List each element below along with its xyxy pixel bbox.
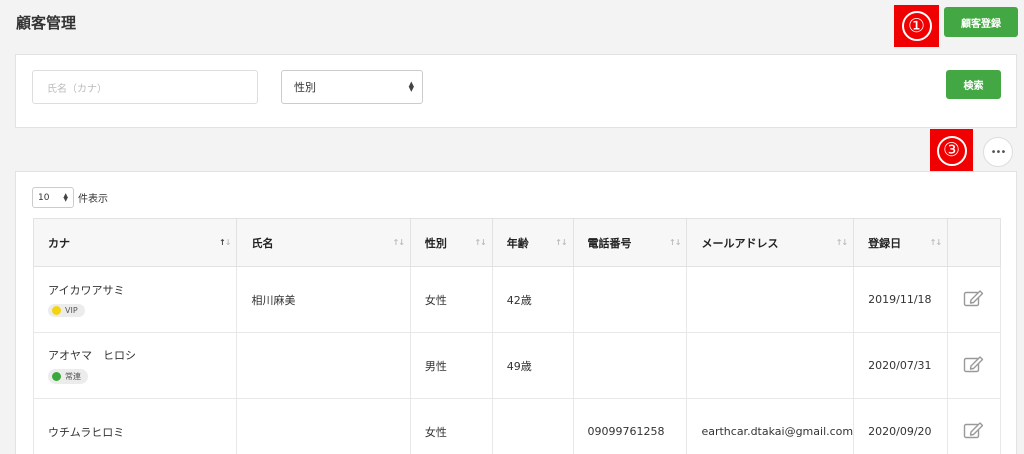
phone-cell bbox=[572, 332, 688, 399]
column-label: メールアドレス bbox=[701, 236, 779, 250]
column-header-registered-date[interactable]: 登録日 ↑↓ bbox=[853, 218, 949, 267]
phone-cell bbox=[572, 266, 688, 333]
per-page-suffix: 件表示 bbox=[78, 194, 108, 205]
ellipsis-icon: ••• bbox=[990, 146, 1007, 158]
edit-cell bbox=[947, 266, 1001, 333]
kana-text: アイカワアサミ bbox=[48, 283, 125, 297]
sort-icon: ↑↓ bbox=[929, 238, 942, 247]
kana-text: ウチムラヒロミ bbox=[48, 425, 125, 439]
registered-date-cell: 2019/11/18 bbox=[853, 266, 949, 333]
sort-icon: ↑↓ bbox=[669, 238, 681, 247]
table-header-row: カナ ↑↓ 氏名 ↑↓ 性別 ↑↓ 年齢 ↑↓ 電話番号 ↑↓ メールアドレス ↑↓ 登録日… bbox=[32, 218, 1001, 267]
table-row[interactable]: ウチムラヒロミ 女性 09099761258 earthcar.dtakai@g… bbox=[32, 398, 1001, 454]
register-customer-button[interactable]: 顧客登録 bbox=[944, 7, 1018, 37]
column-header-age[interactable]: 年齢 ↑↓ bbox=[491, 218, 574, 267]
per-page-value: 10 bbox=[38, 192, 50, 203]
gender-cell: 女性 bbox=[409, 398, 493, 454]
gender-select[interactable]: 性別 ▲ ▼ bbox=[281, 70, 423, 104]
column-header-kana[interactable]: カナ ↑↓ bbox=[32, 218, 238, 267]
per-page-select[interactable]: 10 ▲ ▼ bbox=[32, 187, 74, 208]
edit-icon[interactable] bbox=[963, 420, 985, 440]
gender-cell: 女性 bbox=[409, 266, 493, 333]
age-cell bbox=[491, 398, 574, 454]
kana-placeholder: 氏名（カナ） bbox=[47, 83, 107, 95]
name-cell: 相川麻美 bbox=[236, 266, 411, 333]
table-row[interactable]: アオヤマ ヒロシ 常連 男性 49歳 2020/07/31 bbox=[32, 332, 1001, 399]
name-cell bbox=[236, 398, 411, 454]
age-cell: 42歳 bbox=[491, 266, 574, 333]
edit-cell bbox=[947, 332, 1001, 399]
marker-1-label: ① bbox=[901, 11, 932, 41]
registered-date-cell: 2020/07/31 bbox=[853, 332, 949, 399]
kana-cell: ウチムラヒロミ bbox=[32, 398, 238, 454]
column-header-phone[interactable]: 電話番号 ↑↓ bbox=[572, 218, 688, 267]
phone-cell: 09099761258 bbox=[572, 398, 688, 454]
table-row[interactable]: アイカワアサミ VIP 相川麻美 女性 42歳 2019/11/18 bbox=[32, 266, 1001, 333]
gender-select-label: 性別 bbox=[294, 81, 316, 94]
marker-1: ① bbox=[894, 5, 939, 47]
marker-3: ③ bbox=[930, 129, 973, 172]
column-label: 電話番号 bbox=[587, 236, 632, 250]
email-cell bbox=[686, 332, 855, 399]
edit-icon[interactable] bbox=[963, 288, 985, 308]
kana-search-input[interactable]: 氏名（カナ） bbox=[32, 70, 258, 104]
sort-icon: ↑↓ bbox=[474, 238, 486, 247]
age-cell: 49歳 bbox=[491, 332, 574, 399]
column-label: 氏名 bbox=[251, 236, 274, 250]
sort-icon: ↑↓ bbox=[555, 238, 567, 247]
regular-dot-icon bbox=[52, 372, 61, 381]
per-page-control: 10 ▲ ▼ 件表示 bbox=[32, 187, 108, 208]
column-label: カナ bbox=[48, 236, 70, 250]
edit-cell bbox=[947, 398, 1001, 454]
gender-cell: 男性 bbox=[409, 332, 493, 399]
select-arrows-icon: ▲ ▼ bbox=[408, 80, 414, 93]
customer-table: カナ ↑↓ 氏名 ↑↓ 性別 ↑↓ 年齢 ↑↓ 電話番号 ↑↓ メールアドレス ↑↓ 登録日… bbox=[32, 218, 1001, 454]
status-badge: VIP bbox=[48, 303, 85, 317]
column-label: 性別 bbox=[424, 236, 447, 250]
column-header-gender[interactable]: 性別 ↑↓ bbox=[409, 218, 493, 267]
more-options-button[interactable]: ••• bbox=[983, 137, 1013, 167]
badge-label: 常連 bbox=[65, 372, 81, 381]
customer-list-panel: 10 ▲ ▼ 件表示 カナ ↑↓ 氏名 ↑↓ 性別 ↑↓ 年齢 ↑↓ 電話番号 ↑↓ メール… bbox=[15, 171, 1017, 454]
edit-icon[interactable] bbox=[963, 354, 985, 374]
column-header-name[interactable]: 氏名 ↑↓ bbox=[236, 218, 411, 267]
kana-cell: アオヤマ ヒロシ 常連 bbox=[32, 332, 238, 399]
page-title: 顧客管理 bbox=[16, 14, 77, 32]
sort-icon: ↑↓ bbox=[219, 238, 231, 247]
email-cell: earthcar.dtakai@gmail.com bbox=[686, 398, 855, 454]
column-header-email[interactable]: メールアドレス ↑↓ bbox=[686, 218, 855, 267]
column-label: 登録日 bbox=[868, 236, 902, 250]
kana-text: アオヤマ ヒロシ bbox=[48, 349, 136, 362]
email-cell bbox=[686, 266, 855, 333]
name-cell bbox=[236, 332, 411, 399]
vip-dot-icon bbox=[52, 305, 61, 315]
column-label: 年齢 bbox=[506, 236, 529, 250]
select-arrows-icon: ▲ ▼ bbox=[63, 191, 68, 203]
search-button[interactable]: 検索 bbox=[946, 70, 1001, 99]
status-badge: 常連 bbox=[48, 369, 88, 384]
sort-icon: ↑↓ bbox=[392, 238, 405, 247]
search-panel: 氏名（カナ） 性別 ▲ ▼ bbox=[15, 54, 1017, 128]
kana-cell: アイカワアサミ VIP bbox=[32, 266, 238, 333]
column-header-actions bbox=[947, 218, 1001, 267]
sort-icon: ↑↓ bbox=[835, 238, 848, 247]
badge-label: VIP bbox=[65, 305, 78, 315]
marker-3-label: ③ bbox=[936, 135, 967, 166]
registered-date-cell: 2020/09/20 bbox=[853, 398, 949, 454]
